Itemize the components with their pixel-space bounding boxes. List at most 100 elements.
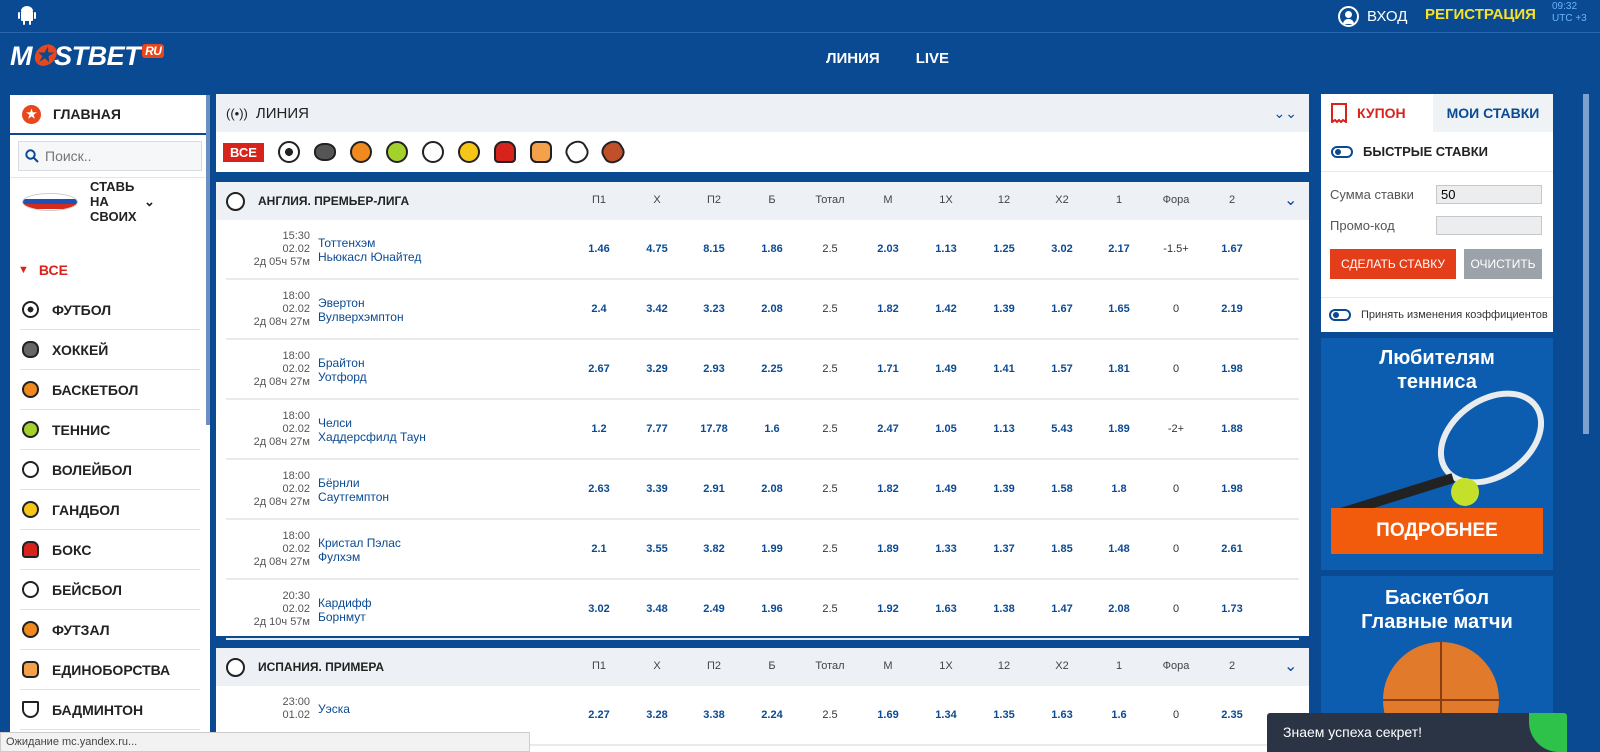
page-scrollbar[interactable] bbox=[1583, 94, 1589, 434]
sidebar-item-football[interactable]: ФУТБОЛ bbox=[20, 290, 200, 330]
event-teams[interactable]: Уэска bbox=[318, 702, 350, 716]
collapse-icon[interactable]: ⌄⌄ bbox=[1274, 105, 1297, 122]
chat-widget[interactable]: Знаем успеха секрет! bbox=[1267, 713, 1567, 752]
odds-cell[interactable]: 4.75 bbox=[637, 243, 677, 255]
odds-cell[interactable]: 1.42 bbox=[926, 303, 966, 315]
odds-cell[interactable]: 1.58 bbox=[1042, 483, 1082, 495]
odds-cell[interactable]: 3.55 bbox=[637, 543, 677, 555]
odds-cell[interactable]: 1.98 bbox=[1212, 363, 1252, 375]
odds-cell[interactable]: 1.39 bbox=[984, 303, 1024, 315]
event-teams[interactable]: Челси Хаддерсфилд Таун bbox=[318, 416, 426, 444]
odds-cell[interactable]: 2.35 bbox=[1212, 709, 1252, 721]
search-input[interactable] bbox=[45, 148, 195, 164]
odds-cell[interactable]: 2.63 bbox=[579, 483, 619, 495]
odds-cell[interactable]: 3.02 bbox=[579, 603, 619, 615]
event-teams[interactable]: Брайтон Уотфорд bbox=[318, 356, 367, 384]
sidebar-scrollbar[interactable] bbox=[206, 95, 210, 425]
odds-cell[interactable]: 3.48 bbox=[637, 603, 677, 615]
odds-cell[interactable]: 2.67 bbox=[579, 363, 619, 375]
accept-odds-toggle[interactable] bbox=[1329, 309, 1351, 321]
nav-live[interactable]: LIVE bbox=[916, 50, 949, 67]
odds-cell[interactable]: 2.27 bbox=[579, 709, 619, 721]
odds-cell[interactable]: 1.49 bbox=[926, 363, 966, 375]
region-selector[interactable]: СТАВЬ НА СВОИХ ⌄ bbox=[10, 177, 210, 225]
handball-icon[interactable] bbox=[457, 141, 480, 163]
odds-cell[interactable]: 1.98 bbox=[1212, 483, 1252, 495]
odds-cell[interactable]: 2.08 bbox=[752, 483, 792, 495]
odds-cell[interactable]: 1.73 bbox=[1212, 603, 1252, 615]
event-teams[interactable]: Кардифф Борнмут bbox=[318, 596, 372, 624]
odds-cell[interactable]: 3.02 bbox=[1042, 243, 1082, 255]
chevron-down-icon[interactable]: ⌄ bbox=[1284, 190, 1297, 210]
event-teams[interactable]: Эвертон Вулверхэмптон bbox=[318, 296, 404, 324]
odds-cell[interactable]: 3.38 bbox=[694, 709, 734, 721]
odds-cell[interactable]: 1.89 bbox=[868, 543, 908, 555]
odds-cell[interactable]: 3.28 bbox=[637, 709, 677, 721]
odds-cell[interactable]: 1.85 bbox=[1042, 543, 1082, 555]
sidebar-item-basketball[interactable]: БАСКЕТБОЛ bbox=[20, 370, 200, 410]
odds-cell[interactable]: 1.41 bbox=[984, 363, 1024, 375]
odds-cell[interactable]: 1.35 bbox=[984, 709, 1024, 721]
event-teams[interactable]: Бёрнли Саутгемптон bbox=[318, 476, 389, 504]
sidebar-all[interactable]: ▼ ВСЕ bbox=[10, 250, 210, 290]
event-teams[interactable]: Тоттенхэм Ньюкасл Юнайтед bbox=[318, 236, 421, 264]
odds-cell[interactable]: 1.13 bbox=[926, 243, 966, 255]
odds-cell[interactable]: 1.6 bbox=[752, 423, 792, 435]
odds-cell[interactable]: 1.92 bbox=[868, 603, 908, 615]
promo-input[interactable] bbox=[1436, 215, 1542, 235]
sidebar-home[interactable]: ★ ГЛАВНАЯ bbox=[10, 95, 210, 135]
fast-bets-toggle[interactable] bbox=[1331, 145, 1353, 158]
android-icon[interactable] bbox=[18, 5, 36, 25]
odds-cell[interactable]: 1.86 bbox=[752, 243, 792, 255]
sidebar-item-boxing[interactable]: БОКС bbox=[20, 530, 200, 570]
odds-cell[interactable]: 3.23 bbox=[694, 303, 734, 315]
odds-cell[interactable]: 1.99 bbox=[752, 543, 792, 555]
place-bet-button[interactable]: СДЕЛАТЬ СТАВКУ bbox=[1330, 249, 1456, 279]
rugby-icon[interactable] bbox=[561, 136, 592, 168]
odds-cell[interactable]: 1.57 bbox=[1042, 363, 1082, 375]
sidebar-item-baseball[interactable]: БЕЙСБОЛ bbox=[20, 570, 200, 610]
tab-coupon[interactable]: КУПОН bbox=[1321, 94, 1433, 132]
odds-cell[interactable]: 1.25 bbox=[984, 243, 1024, 255]
odds-cell[interactable]: 1.65 bbox=[1099, 303, 1139, 315]
odds-cell[interactable]: 1.82 bbox=[868, 303, 908, 315]
event-teams[interactable]: Кристал Пэлас Фулхэм bbox=[318, 536, 401, 564]
odds-cell[interactable]: 2.91 bbox=[694, 483, 734, 495]
sidebar-item-handball[interactable]: ГАНДБОЛ bbox=[20, 490, 200, 530]
hockey-icon[interactable] bbox=[313, 143, 336, 161]
odds-cell[interactable]: 1.47 bbox=[1042, 603, 1082, 615]
league-header[interactable]: ИСПАНИЯ. ПРИМЕРА П1 Х П2 Б Тотал М 1Х 12 Х2 1 Фора 2… bbox=[216, 648, 1309, 686]
odds-cell[interactable]: 1.6 bbox=[1099, 709, 1139, 721]
sidebar-item-badminton[interactable]: БАДМИНТОН bbox=[20, 690, 200, 730]
odds-cell[interactable]: 17.78 bbox=[694, 423, 734, 435]
odds-cell[interactable]: 1.8 bbox=[1099, 483, 1139, 495]
american-football-icon[interactable] bbox=[597, 136, 628, 168]
tennis-icon[interactable] bbox=[385, 141, 408, 163]
odds-cell[interactable]: 3.39 bbox=[637, 483, 677, 495]
odds-cell[interactable]: 2.03 bbox=[868, 243, 908, 255]
promo-more-button[interactable]: ПОДРОБНЕЕ bbox=[1331, 508, 1543, 554]
odds-cell[interactable]: 1.38 bbox=[984, 603, 1024, 615]
chevron-down-icon[interactable]: ⌄ bbox=[1284, 656, 1297, 676]
odds-cell[interactable]: 1.63 bbox=[926, 603, 966, 615]
clear-button[interactable]: ОЧИСТИТЬ bbox=[1464, 249, 1542, 279]
odds-cell[interactable]: 1.34 bbox=[926, 709, 966, 721]
sidebar-item-martial-arts[interactable]: ЕДИНОБОРСТВА bbox=[20, 650, 200, 690]
odds-cell[interactable]: 1.33 bbox=[926, 543, 966, 555]
promo-tennis[interactable]: Любителям тенниса ПОДРОБНЕЕ bbox=[1321, 338, 1553, 570]
odds-cell[interactable]: 1.05 bbox=[926, 423, 966, 435]
login-button[interactable]: ВХОД bbox=[1338, 6, 1407, 27]
league-header[interactable]: АНГЛИЯ. ПРЕМЬЕР-ЛИГА П1 Х П2 Б Тотал М 1Х 12 Х2 1 Ф… bbox=[216, 182, 1309, 220]
odds-cell[interactable]: 2.4 bbox=[579, 303, 619, 315]
odds-cell[interactable]: 1.81 bbox=[1099, 363, 1139, 375]
sidebar-item-tennis[interactable]: ТЕННИС bbox=[20, 410, 200, 450]
nav-line[interactable]: ЛИНИЯ bbox=[826, 50, 880, 67]
odds-cell[interactable]: 7.77 bbox=[637, 423, 677, 435]
mostbet-logo[interactable]: M✪STBET RU bbox=[10, 41, 165, 72]
odds-cell[interactable]: 3.42 bbox=[637, 303, 677, 315]
odds-cell[interactable]: 1.89 bbox=[1099, 423, 1139, 435]
odds-cell[interactable]: 2.61 bbox=[1212, 543, 1252, 555]
odds-cell[interactable]: 2.19 bbox=[1212, 303, 1252, 315]
odds-cell[interactable]: 1.82 bbox=[868, 483, 908, 495]
sidebar-item-volleyball[interactable]: ВОЛЕЙБОЛ bbox=[20, 450, 200, 490]
